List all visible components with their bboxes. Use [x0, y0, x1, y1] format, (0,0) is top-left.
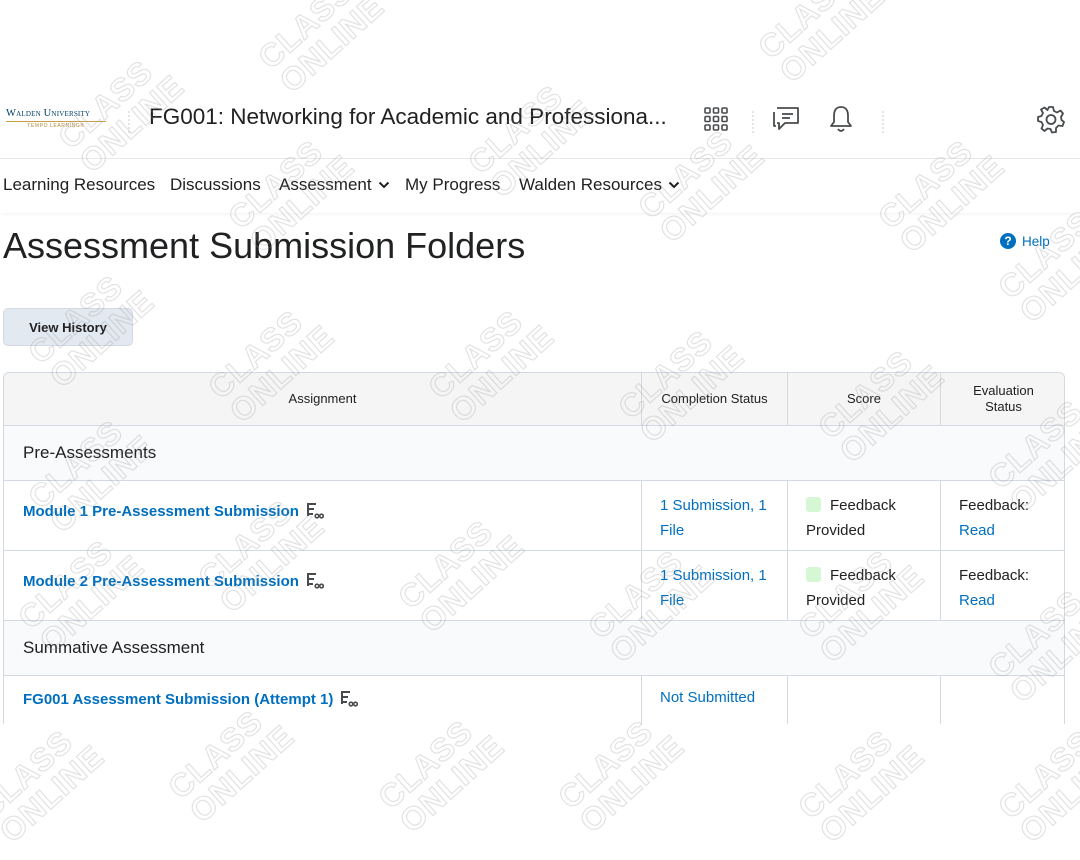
- logo-name: Walden University: [6, 108, 91, 119]
- assignment-name: Module 2 Pre-Assessment Submission: [23, 572, 299, 590]
- nav-learning-resources[interactable]: Learning Resources: [3, 175, 155, 195]
- feedback-status-swatch: [806, 497, 821, 512]
- assignment-link[interactable]: Module 2 Pre-Assessment Submission: [23, 572, 324, 590]
- walden-logo[interactable]: Walden University TEMPO LEARNING®: [6, 108, 110, 134]
- logo-rule: [6, 121, 106, 122]
- header-separator: [882, 110, 884, 134]
- nav-label: My Progress: [405, 175, 501, 194]
- assignment-cell: FG001 Assessment Submission (Attempt 1): [4, 676, 641, 724]
- watermark-text: ONLINE: [1012, 737, 1080, 850]
- assignment-name: FG001 Assessment Submission (Attempt 1): [23, 690, 334, 708]
- watermark-text: ONLINE: [1012, 217, 1080, 330]
- column-header-score[interactable]: Score: [787, 373, 940, 425]
- column-header-completion-status[interactable]: Completion Status: [641, 373, 787, 425]
- watermark-text: ONLINE: [392, 727, 512, 840]
- top-blank-area: [0, 0, 1080, 88]
- course-header: Walden University TEMPO LEARNING® FG001:…: [0, 88, 1080, 159]
- nav-walden-resources[interactable]: Walden Resources: [519, 175, 680, 195]
- submission-folders-table: Assignment Completion Status Score Evalu…: [3, 372, 1065, 724]
- gear-icon[interactable]: [1034, 102, 1068, 136]
- nav-label: Discussions: [170, 175, 261, 194]
- bell-icon[interactable]: [824, 102, 858, 136]
- release-conditions-icon: [341, 691, 359, 707]
- watermark-text: ONLINE: [572, 727, 692, 840]
- completion-status-link[interactable]: 1 Submission, 1 File: [660, 493, 770, 543]
- read-feedback-link[interactable]: Read: [959, 518, 1029, 543]
- evaluation-status: Feedback: Read: [959, 563, 1029, 613]
- feedback-label: Feedback:: [959, 497, 1030, 514]
- table-header-row: Assignment Completion Status Score Evalu…: [4, 373, 1064, 426]
- nav-discussions[interactable]: Discussions: [170, 175, 261, 195]
- table-row: Module 1 Pre-Assessment Submission 1 Sub…: [4, 481, 1064, 551]
- evaluation-header-label: Evaluation Status: [973, 383, 1034, 414]
- release-conditions-icon: [306, 503, 324, 519]
- watermark-stamp: CLASSONLINE: [991, 700, 1080, 860]
- assignment-link[interactable]: Module 1 Pre-Assessment Submission: [23, 502, 324, 520]
- completion-cell: Not Submitted: [641, 676, 787, 724]
- evaluation-cell: [940, 676, 1064, 724]
- evaluation-status: Feedback: Read: [959, 493, 1029, 543]
- read-feedback-link[interactable]: Read: [959, 588, 1029, 613]
- watermark-text: ONLINE: [812, 737, 932, 850]
- help-label: Help: [1022, 233, 1050, 249]
- header-separator: [752, 110, 754, 134]
- release-conditions-icon: [306, 573, 324, 589]
- table-row: FG001 Assessment Submission (Attempt 1) …: [4, 676, 1064, 724]
- table-row: Module 2 Pre-Assessment Submission 1 Sub…: [4, 551, 1064, 621]
- completion-status-link[interactable]: 1 Submission, 1 File: [660, 563, 770, 613]
- completion-cell: 1 Submission, 1 File: [641, 551, 787, 620]
- evaluation-cell: Feedback: Read: [940, 481, 1064, 550]
- group-row: Summative Assessment: [4, 621, 1064, 676]
- nav-label: Learning Resources: [3, 175, 156, 194]
- score-cell: [787, 676, 940, 724]
- nav-assessment[interactable]: Assessment: [279, 175, 390, 195]
- score-cell: Feedback Provided: [787, 551, 940, 620]
- column-header-evaluation-status[interactable]: Evaluation Status: [940, 373, 1064, 425]
- chevron-down-icon: [668, 181, 680, 189]
- feedback-label: Feedback:: [959, 567, 1030, 584]
- course-title[interactable]: FG001: Networking for Academic and Profe…: [149, 102, 667, 132]
- group-label: Summative Assessment: [23, 638, 205, 657]
- page-title: Assessment Submission Folders: [3, 225, 526, 266]
- chevron-down-icon: [378, 181, 389, 189]
- evaluation-cell: Feedback: Read: [940, 551, 1064, 620]
- course-navbar: Learning Resources Discussions Assessmen…: [0, 159, 1080, 213]
- nav-my-progress[interactable]: My Progress: [405, 175, 500, 195]
- assignment-cell: Module 1 Pre-Assessment Submission: [4, 481, 641, 550]
- completion-status-link[interactable]: Not Submitted: [660, 685, 770, 710]
- completion-cell: 1 Submission, 1 File: [641, 481, 787, 550]
- group-label: Pre-Assessments: [23, 443, 157, 462]
- column-header-assignment[interactable]: Assignment: [4, 373, 641, 425]
- score-cell: Feedback Provided: [787, 481, 940, 550]
- header-separator: [128, 110, 130, 134]
- assignment-cell: Module 2 Pre-Assessment Submission: [4, 551, 641, 620]
- nav-label: Walden Resources: [519, 175, 662, 194]
- help-link[interactable]: ? Help: [1000, 233, 1050, 249]
- watermark-text: ONLINE: [0, 737, 112, 850]
- view-history-button[interactable]: View History: [3, 308, 133, 346]
- logo-subtitle: TEMPO LEARNING®: [27, 123, 85, 129]
- nav-label: Assessment: [279, 175, 372, 194]
- assignment-name: Module 1 Pre-Assessment Submission: [23, 502, 299, 520]
- watermark-stamp: CLASSONLINE: [0, 700, 138, 860]
- help-icon: ?: [1000, 233, 1016, 249]
- watermark-stamp: CLASSONLINE: [791, 700, 957, 860]
- chat-icon[interactable]: [769, 102, 803, 136]
- feedback-status-swatch: [806, 567, 821, 582]
- score-status: Feedback Provided: [806, 493, 926, 543]
- group-row: Pre-Assessments: [4, 426, 1064, 481]
- score-status: Feedback Provided: [806, 563, 926, 613]
- grid-icon[interactable]: [699, 102, 733, 136]
- assignment-link[interactable]: FG001 Assessment Submission (Attempt 1): [23, 690, 359, 708]
